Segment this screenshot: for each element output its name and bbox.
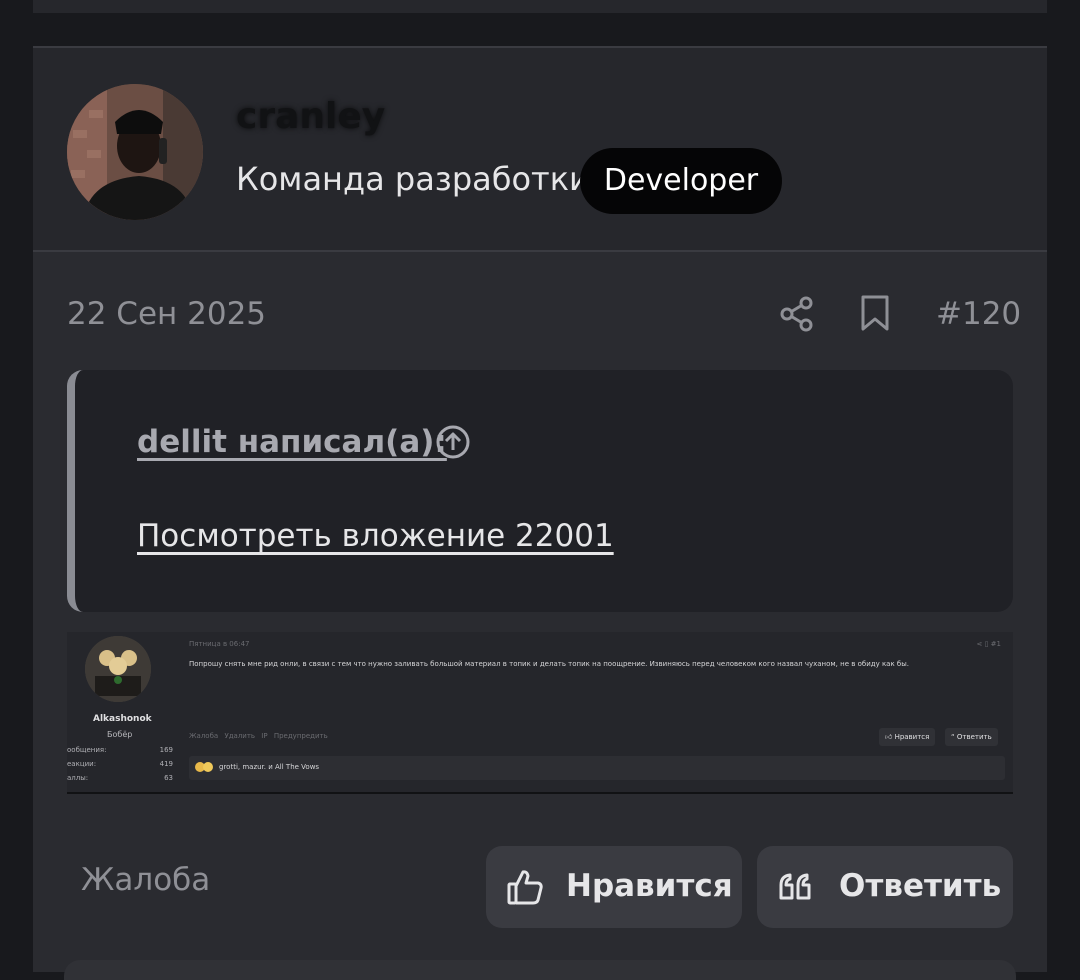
quote-block: dellit написал(а): Посмотреть вложение 2… bbox=[67, 370, 1013, 612]
attachment-like-button: 👍︎ Нравится bbox=[879, 728, 936, 746]
author-role: Команда разработки bbox=[236, 160, 590, 198]
forum-post: cranley Команда разработки Developer 22 … bbox=[33, 46, 1047, 972]
attachment-post-date: Пятница в 06:47 bbox=[189, 640, 250, 648]
quote-icon bbox=[777, 867, 815, 907]
post-author-header: cranley Команда разработки Developer bbox=[33, 46, 1047, 252]
like-button-label: Нравится bbox=[566, 868, 733, 904]
attachment-post-text: Попрошу снять мне рид онли, в связи с те… bbox=[189, 660, 909, 668]
developer-badge: Developer bbox=[580, 148, 782, 214]
attachment-reactions-bar: grotti, mazur. и All The Vows bbox=[189, 756, 1005, 780]
share-icon[interactable] bbox=[779, 296, 815, 332]
attachment-stat-value: 63 bbox=[164, 774, 173, 782]
attachment-post-number: #1 bbox=[990, 640, 1001, 648]
attachment-image[interactable]: Alkashonok Бобёр ообщения: 169 еакции: 4… bbox=[67, 632, 1013, 794]
attachment-action: IP bbox=[261, 732, 268, 740]
post-number-link[interactable]: #120 bbox=[936, 296, 1021, 332]
attachment-avatar bbox=[85, 636, 151, 702]
post-date[interactable]: 22 Сен 2025 bbox=[67, 296, 266, 332]
attachment-stat-row: аллы: 63 bbox=[67, 774, 173, 782]
bookmark-icon: ▯ bbox=[984, 640, 989, 648]
attachment-like-label: Нравится bbox=[894, 733, 930, 741]
arrow-up-circle-icon[interactable] bbox=[435, 424, 471, 460]
attachment-stat-label: еакции: bbox=[67, 760, 97, 768]
thumbs-up-icon bbox=[506, 867, 544, 907]
attachment-stat-value: 419 bbox=[159, 760, 173, 768]
attachment-stat-label: аллы: bbox=[67, 774, 89, 782]
attachment-action: Предупредить bbox=[273, 732, 328, 740]
reply-button[interactable]: Ответить bbox=[757, 846, 1013, 928]
attachment-stat-row: еакции: 419 bbox=[67, 760, 173, 768]
attachment-username: Alkashonok bbox=[93, 714, 152, 724]
like-button[interactable]: Нравится bbox=[486, 846, 742, 928]
quote-icon: “ bbox=[951, 733, 955, 741]
next-post-card bbox=[64, 960, 1016, 980]
attachment-action: Удалить bbox=[224, 732, 256, 740]
author-username[interactable]: cranley bbox=[236, 96, 385, 137]
attachment-stat-label: ообщения: bbox=[67, 746, 107, 754]
attachment-reply-label: Ответить bbox=[956, 733, 992, 741]
attachment-post-icons: ⋖ ▯ #1 bbox=[976, 640, 1001, 648]
thumbs-up-emoji-icon bbox=[203, 762, 213, 772]
previous-post-card bbox=[33, 0, 1047, 13]
reply-button-label: Ответить bbox=[839, 868, 1002, 904]
attachment-stat-value: 169 bbox=[159, 746, 173, 754]
attachment-link[interactable]: Посмотреть вложение 22001 bbox=[137, 518, 614, 554]
bookmark-icon[interactable] bbox=[859, 294, 891, 332]
share-icon: ⋖ bbox=[976, 640, 983, 648]
attachment-actions: Жалоба Удалить IP Предупредить bbox=[189, 732, 328, 740]
attachment-stat-row: ообщения: 169 bbox=[67, 746, 173, 754]
attachment-rank: Бобёр bbox=[107, 730, 133, 739]
quote-author-link[interactable]: dellit написал(а): bbox=[137, 424, 447, 460]
attachment-reactions-text: grotti, mazur. и All The Vows bbox=[219, 763, 320, 771]
attachment-reply-button: “ Ответить bbox=[945, 728, 998, 746]
attachment-action: Жалоба bbox=[189, 732, 219, 740]
avatar[interactable] bbox=[67, 84, 203, 220]
report-link[interactable]: Жалоба bbox=[81, 862, 210, 898]
thumbs-up-icon: 👍︎ bbox=[885, 733, 893, 741]
